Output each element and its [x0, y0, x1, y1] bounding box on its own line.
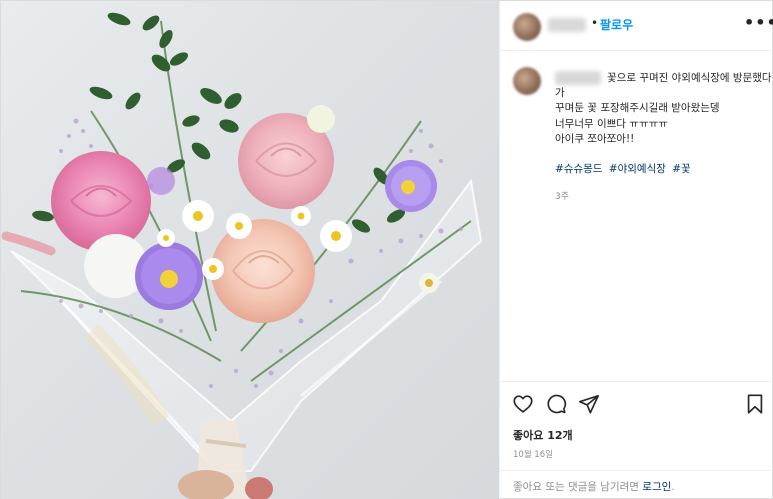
login-prompt-footer: 좋아요 또는 댓글을 남기려면 로그인. — [500, 470, 773, 499]
hashtag-link[interactable]: #야외예식장 — [609, 163, 666, 175]
caption-author-avatar[interactable] — [513, 67, 541, 95]
caption-line-2: 가 — [555, 87, 565, 100]
comment-icon[interactable] — [545, 393, 567, 415]
login-prompt-text: 좋아요 또는 댓글을 남기려면 로그인. — [513, 479, 675, 494]
post-side-panel: • 팔로우 ••• 꽃으로 꾸며진 야외예식장에 방문했다가꾸며둔 꽃 포장해주… — [499, 1, 773, 499]
comment-time-ago[interactable]: 3주 — [555, 189, 569, 202]
post-header: • 팔로우 ••• — [500, 1, 773, 51]
caption-line-3: 꾸며둔 꽃 포장해주시길래 받아왔는뎅 — [555, 102, 720, 115]
caption-line-1: 꽃으로 꾸며진 야외예식장에 방문했다 — [607, 72, 772, 84]
action-bar — [500, 381, 773, 426]
author-username-blurred[interactable] — [548, 18, 586, 32]
share-icon[interactable] — [578, 393, 600, 415]
header-separator: • — [591, 16, 599, 30]
flower-bouquet-image — [1, 12, 483, 499]
like-count[interactable]: 좋아요 12개 — [513, 427, 573, 443]
more-options-icon[interactable]: ••• — [744, 13, 773, 32]
hashtag-link[interactable]: #꽃 — [672, 163, 690, 175]
login-prompt-suffix: . — [671, 481, 675, 493]
follow-button[interactable]: 팔로우 — [600, 16, 633, 33]
login-link[interactable]: 로그인 — [642, 481, 671, 493]
post-date: 10월 16일 — [513, 450, 553, 460]
heart-icon[interactable] — [512, 393, 534, 415]
instagram-post: • 팔로우 ••• 꽃으로 꾸며진 야외예식장에 방문했다가꾸며둔 꽃 포장해주… — [0, 0, 773, 499]
bookmark-icon[interactable] — [744, 393, 766, 415]
caption-line-4: 너무너무 이쁘다 ㅠㅠㅠㅠ — [555, 117, 668, 130]
hashtag-list: #슈슈몽드 #야외예식장 #꽃 — [555, 161, 694, 176]
hashtag-link[interactable]: #슈슈몽드 — [555, 163, 602, 175]
purple-aster — [135, 242, 203, 310]
caption-line-5: 아이쿠 쪼아쪼아!! — [555, 132, 635, 145]
post-photo[interactable] — [1, 1, 499, 499]
author-avatar[interactable] — [513, 13, 541, 41]
login-prompt-label: 좋아요 또는 댓글을 남기려면 — [513, 481, 643, 493]
caption-text: 꽃으로 꾸며진 야외예식장에 방문했다가꾸며둔 꽃 포장해주시길래 받아왔는뎅너… — [555, 71, 773, 147]
